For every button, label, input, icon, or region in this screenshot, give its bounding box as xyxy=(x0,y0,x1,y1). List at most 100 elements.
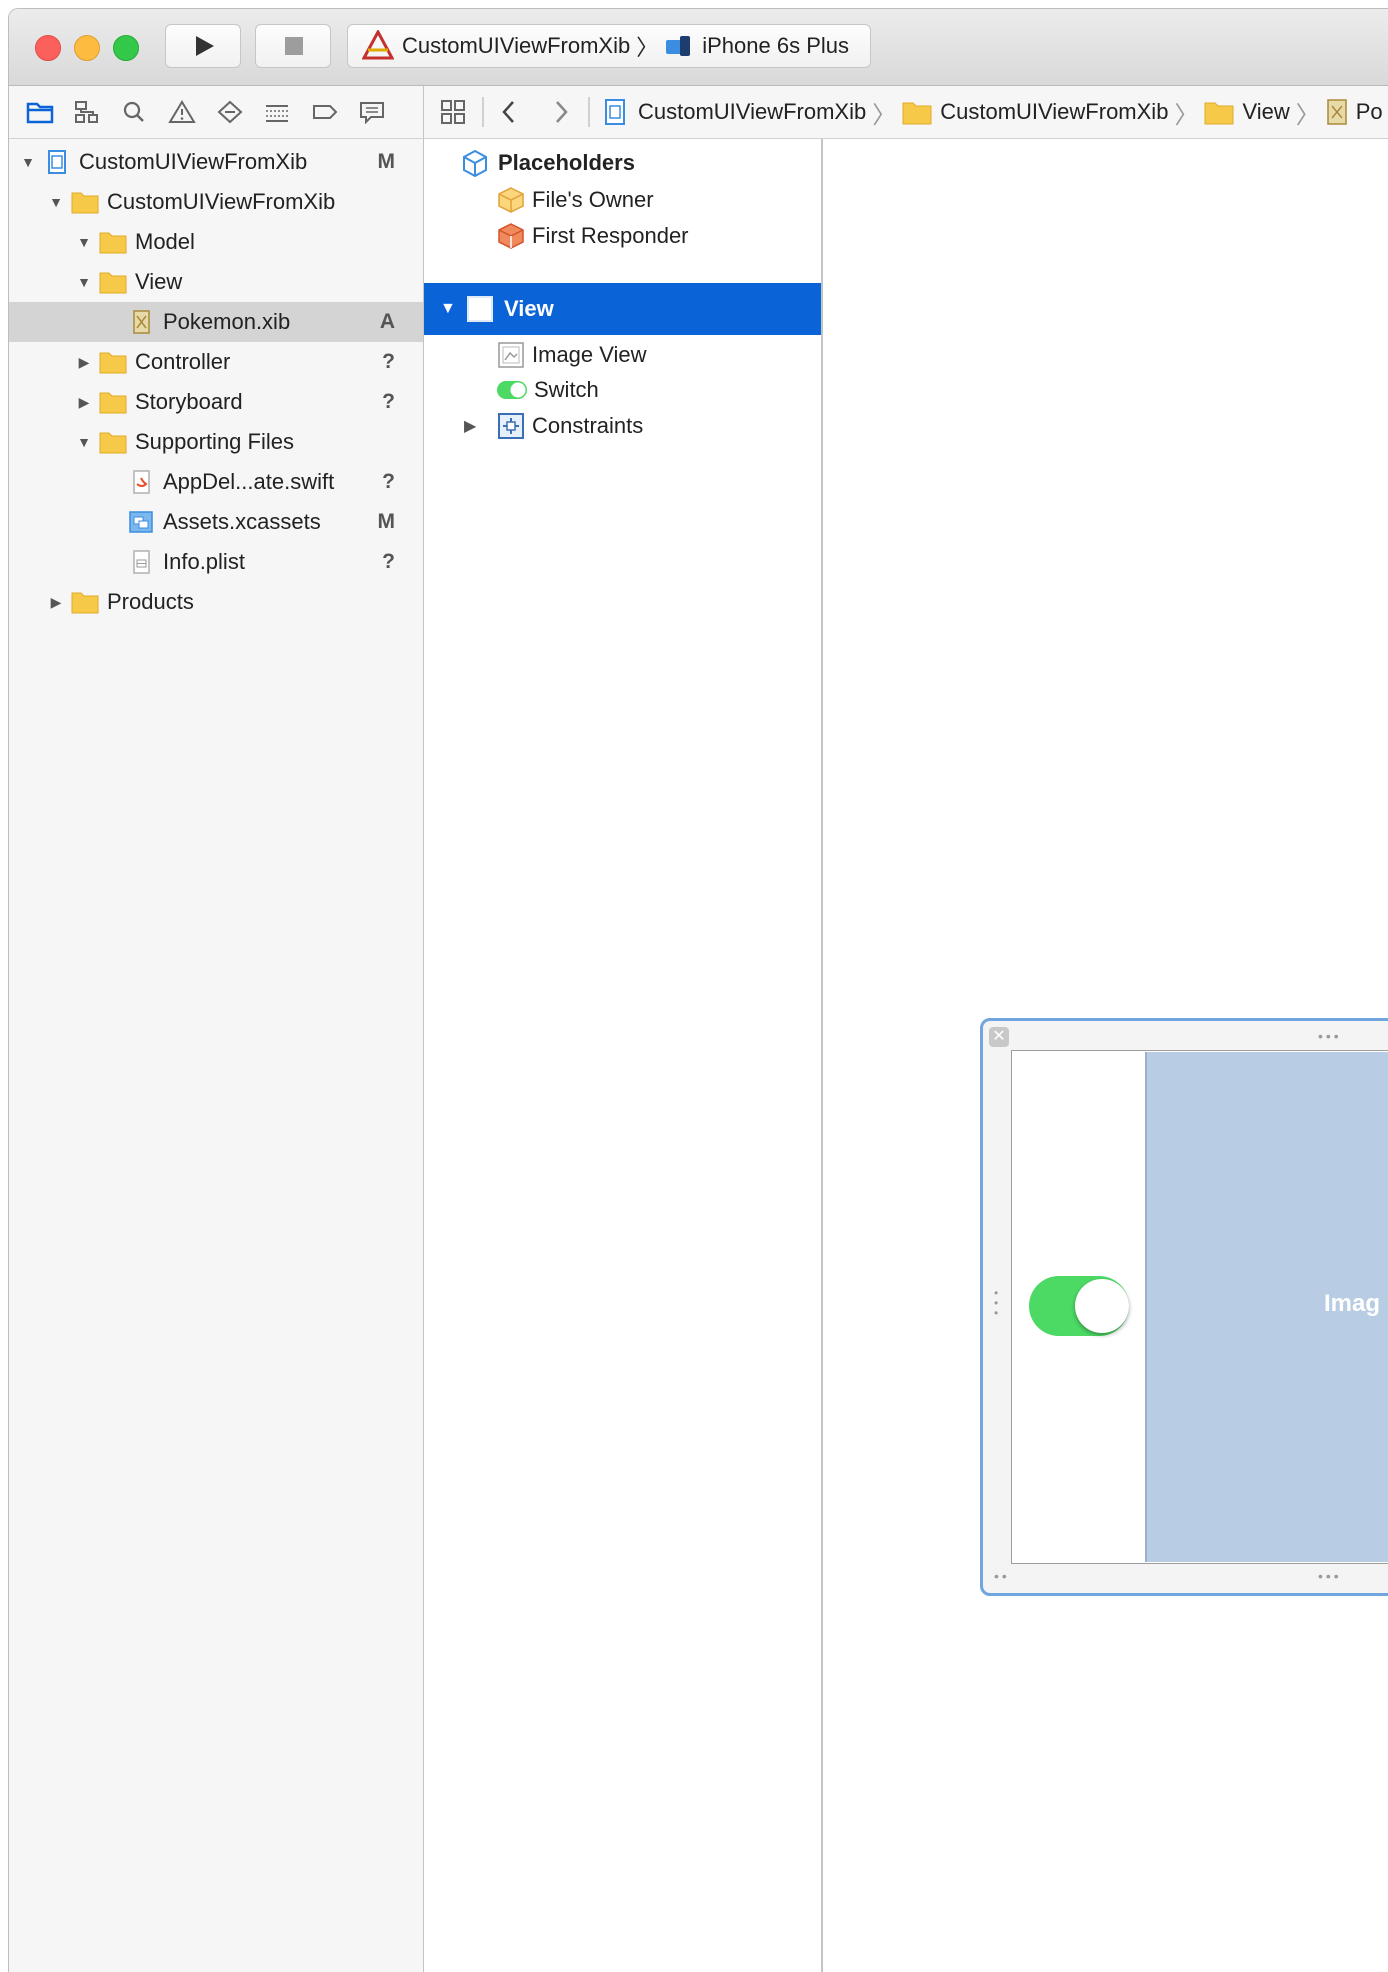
nav-item-storyboard[interactable]: ▶ Storyboard ? xyxy=(9,382,423,422)
back-arrow-icon[interactable] xyxy=(496,98,522,126)
forward-arrow-icon[interactable] xyxy=(548,98,574,126)
zoom-window-button[interactable] xyxy=(113,35,139,61)
disclosure-collapsed-icon[interactable]: ▶ xyxy=(75,354,93,371)
report-navigator-tab[interactable] xyxy=(357,98,387,126)
outline-view[interactable]: ▼ View xyxy=(424,283,821,335)
related-items-icon[interactable] xyxy=(438,98,470,126)
xcode-window: CustomUIViewFromXib 〉 iPhone 6s Plus Cus… xyxy=(8,8,1388,1972)
switch-knob[interactable] xyxy=(1075,1279,1129,1333)
disclosure-expanded-icon[interactable]: ▼ xyxy=(75,234,93,250)
chevron-right-icon: 〉 xyxy=(1295,101,1320,129)
document-outline: Placeholders File's Owner First Responde… xyxy=(424,139,823,1972)
search-icon xyxy=(123,101,144,122)
outline-files-owner[interactable]: File's Owner xyxy=(424,183,821,217)
disclosure-expanded-icon[interactable]: ▼ xyxy=(75,274,93,290)
nav-item-label: Products xyxy=(107,589,194,614)
jumpbar-item-file[interactable]: Po xyxy=(1356,99,1383,125)
xib-file-icon xyxy=(1326,99,1347,125)
jumpbar-divider xyxy=(588,97,590,127)
asset-catalog-icon xyxy=(129,511,153,533)
resize-handle-icon[interactable]: ••• xyxy=(1318,1568,1342,1584)
view-icon xyxy=(467,296,493,322)
debug-navigator-tab[interactable] xyxy=(262,98,292,126)
outline-files-owner-label: File's Owner xyxy=(532,187,654,212)
close-scene-icon[interactable]: ✕ xyxy=(989,1027,1009,1047)
disclosure-expanded-icon[interactable]: ▼ xyxy=(47,194,65,210)
title-bar: CustomUIViewFromXib 〉 iPhone 6s Plus xyxy=(9,9,1388,86)
disclosure-expanded-icon[interactable]: ▼ xyxy=(19,154,37,170)
nav-item-controller[interactable]: ▶ Controller ? xyxy=(9,342,423,382)
outline-switch[interactable]: Switch xyxy=(424,373,821,407)
nav-item-appdelegate[interactable]: AppDel...ate.swift ? xyxy=(9,462,423,502)
stop-icon xyxy=(285,37,303,55)
status-badge: A xyxy=(379,310,395,333)
scheme-project-label: CustomUIViewFromXib xyxy=(402,33,631,58)
nav-item-group-main[interactable]: ▼ CustomUIViewFromXib xyxy=(9,182,423,222)
image-view-placeholder-label: Imag xyxy=(1324,1290,1381,1317)
speech-bubble-icon xyxy=(360,102,384,124)
disclosure-collapsed-icon[interactable]: ▶ xyxy=(75,394,93,411)
outline-constraints[interactable]: ▶ Constraints xyxy=(424,407,821,445)
switch-toggle-icon xyxy=(497,381,527,399)
nav-item-label: Info.plist xyxy=(163,549,245,574)
iphone-device-icon xyxy=(666,36,691,56)
status-badge: M xyxy=(377,510,396,533)
jumpbar-item-view[interactable]: View xyxy=(1242,99,1289,125)
diamond-minus-icon xyxy=(217,100,243,124)
nav-item-label: CustomUIViewFromXib xyxy=(107,189,336,214)
nav-item-project[interactable]: ▼ CustomUIViewFromXib M xyxy=(9,142,423,182)
nav-item-model[interactable]: ▼ Model xyxy=(9,222,423,262)
close-window-button[interactable] xyxy=(35,35,61,61)
folder-icon xyxy=(1204,102,1234,125)
constraints-icon xyxy=(498,413,524,439)
scheme-selector[interactable]: CustomUIViewFromXib 〉 iPhone 6s Plus xyxy=(347,24,871,68)
issue-navigator-tab[interactable] xyxy=(167,98,197,126)
nav-item-view[interactable]: ▼ View xyxy=(9,262,423,302)
folder-icon xyxy=(99,352,127,374)
run-button[interactable] xyxy=(165,24,241,68)
folder-icon xyxy=(99,232,127,254)
folder-icon xyxy=(99,272,127,294)
nav-item-assets[interactable]: Assets.xcassets M xyxy=(9,502,423,542)
warning-icon xyxy=(168,100,196,123)
jumpbar-item-group[interactable]: CustomUIViewFromXib xyxy=(940,99,1168,125)
minimize-window-button[interactable] xyxy=(74,35,100,61)
breakpoint-navigator-tab[interactable] xyxy=(310,98,340,126)
files-owner-cube-icon xyxy=(498,187,524,213)
image-view-icon xyxy=(498,342,524,368)
resize-handle-icon[interactable]: ••• xyxy=(994,1287,998,1319)
resize-handle-icon[interactable]: ••• xyxy=(1318,1028,1342,1044)
outline-first-responder[interactable]: First Responder xyxy=(424,219,821,253)
disclosure-collapsed-icon[interactable]: ▶ xyxy=(47,594,65,611)
nav-item-label: Storyboard xyxy=(135,389,243,414)
find-navigator-tab[interactable] xyxy=(119,98,149,126)
nav-item-supporting-files[interactable]: ▼ Supporting Files xyxy=(9,422,423,462)
plist-file-icon xyxy=(133,550,150,574)
nav-item-label: Pokemon.xib xyxy=(163,309,291,334)
folder-icon xyxy=(71,592,99,614)
outline-placeholders[interactable]: Placeholders xyxy=(424,145,821,181)
outline-image-view-label: Image View xyxy=(532,342,647,367)
nav-item-label: AppDel...ate.swift xyxy=(163,469,335,494)
nav-item-products[interactable]: ▶ Products xyxy=(9,582,423,622)
outline-image-view[interactable]: Image View xyxy=(424,337,821,373)
stop-button[interactable] xyxy=(255,24,331,68)
nav-item-info-plist[interactable]: Info.plist ? xyxy=(9,542,423,582)
status-badge: ? xyxy=(382,390,395,413)
cube-icon xyxy=(463,149,487,178)
resize-handle-icon[interactable]: •• xyxy=(994,1568,1010,1584)
nav-item-label: Controller xyxy=(135,349,231,374)
jumpbar-item-project[interactable]: CustomUIViewFromXib xyxy=(638,99,866,125)
project-navigator-tab[interactable] xyxy=(25,98,55,126)
symbol-navigator-tab[interactable] xyxy=(72,98,102,126)
breakpoint-icon xyxy=(313,105,338,119)
disclosure-expanded-icon[interactable]: ▼ xyxy=(75,434,93,450)
nav-item-pokemon-xib[interactable]: Pokemon.xib A xyxy=(9,302,423,342)
hierarchy-icon xyxy=(75,101,98,123)
disclosure-collapsed-icon[interactable]: ▶ xyxy=(464,416,484,436)
disclosure-expanded-icon[interactable]: ▼ xyxy=(440,300,460,318)
jump-bar: CustomUIViewFromXib 〉 CustomUIViewFromXi… xyxy=(424,86,1388,139)
folder-icon xyxy=(99,432,127,454)
test-navigator-tab[interactable] xyxy=(215,98,245,126)
nav-item-label: Supporting Files xyxy=(135,429,294,454)
